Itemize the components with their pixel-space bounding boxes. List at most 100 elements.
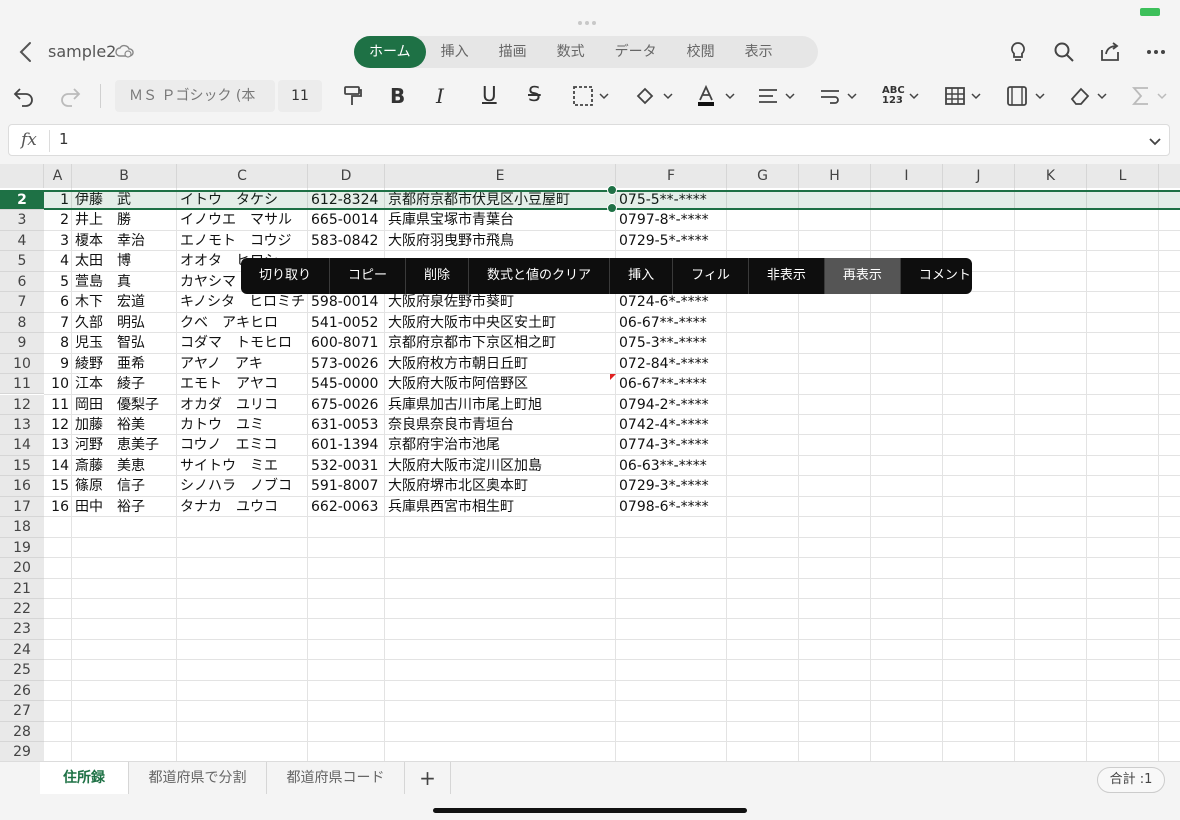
cell-e[interactable] xyxy=(385,579,616,599)
cell-f[interactable]: 075-5**-**** xyxy=(616,190,727,210)
function-icon[interactable]: fx xyxy=(21,130,37,150)
cell-c[interactable]: イノウエ マサル xyxy=(177,210,308,230)
row-header[interactable]: 9 xyxy=(0,333,44,354)
cell-e[interactable] xyxy=(385,538,616,558)
cell-c[interactable]: コウノ エミコ xyxy=(177,435,308,455)
cell-f[interactable] xyxy=(616,619,727,639)
cell-b[interactable] xyxy=(72,517,177,537)
cell-c[interactable] xyxy=(177,599,308,619)
cell-e[interactable] xyxy=(385,558,616,578)
cell-e[interactable] xyxy=(385,742,616,761)
tab-home[interactable]: ホーム xyxy=(354,36,426,68)
cell-c[interactable] xyxy=(177,640,308,660)
cell-c[interactable]: イトウ タケシ xyxy=(177,190,308,210)
cell-f[interactable] xyxy=(616,701,727,721)
tab-insert[interactable]: 挿入 xyxy=(426,36,484,68)
cell-e[interactable]: 大阪府泉佐野市葵町 xyxy=(385,292,616,312)
cell-a[interactable]: 3 xyxy=(44,231,72,251)
row-header[interactable]: 2 xyxy=(0,190,44,211)
cell-a[interactable] xyxy=(44,579,72,599)
cell-c[interactable]: サイトウ ミエ xyxy=(177,456,308,476)
column-header-i[interactable]: I xyxy=(871,164,943,188)
cell-d[interactable]: 545-0000 xyxy=(308,374,385,394)
cell-b[interactable]: 篠原 信子 xyxy=(72,476,177,496)
context-menu-item[interactable]: コメント xyxy=(901,258,972,294)
cell-c[interactable] xyxy=(177,681,308,701)
tab-view[interactable]: 表示 xyxy=(730,36,788,68)
cell-f[interactable]: 06-67**-**** xyxy=(616,313,727,333)
cell-c[interactable]: アヤノ アキ xyxy=(177,354,308,374)
cell-e[interactable]: 大阪府堺市北区奥本町 xyxy=(385,476,616,496)
cell-e[interactable] xyxy=(385,681,616,701)
column-header-h[interactable]: H xyxy=(799,164,871,188)
sheet-tab-prefecture-code[interactable]: 都道府県コード xyxy=(267,762,405,794)
fill-color-icon[interactable] xyxy=(634,84,674,108)
back-chevron-icon[interactable] xyxy=(16,40,36,64)
cell-b[interactable] xyxy=(72,619,177,639)
context-menu-item[interactable]: 再表示 xyxy=(824,258,901,294)
cell-d[interactable]: 662-0063 xyxy=(308,497,385,517)
row-header[interactable]: 16 xyxy=(0,476,44,497)
cell-d[interactable] xyxy=(308,619,385,639)
cell-c[interactable] xyxy=(177,722,308,742)
cell-a[interactable]: 15 xyxy=(44,476,72,496)
row-header[interactable]: 17 xyxy=(0,496,44,518)
cell-f[interactable]: 06-67**-**** xyxy=(616,374,727,394)
cell-a[interactable]: 12 xyxy=(44,415,72,435)
cell-e[interactable] xyxy=(385,722,616,742)
search-icon[interactable] xyxy=(1052,40,1076,64)
cell-b[interactable]: 河野 恵美子 xyxy=(72,435,177,455)
cell-e[interactable]: 兵庫県加古川市尾上町旭 xyxy=(385,395,616,415)
lightbulb-icon[interactable] xyxy=(1006,40,1030,64)
cell-f[interactable]: 0798-6*-**** xyxy=(616,497,727,517)
cell-b[interactable]: 斎藤 美恵 xyxy=(72,456,177,476)
wrap-text-icon[interactable] xyxy=(818,84,858,108)
cell-a[interactable]: 16 xyxy=(44,497,72,517)
cell-c[interactable] xyxy=(177,619,308,639)
redo-icon[interactable] xyxy=(58,84,82,108)
column-header-d[interactable]: D xyxy=(308,164,385,188)
status-sum[interactable]: 合計 :1 xyxy=(1097,767,1165,793)
font-color-icon[interactable] xyxy=(696,84,736,108)
context-menu-item[interactable]: 数式と値のクリア xyxy=(469,258,611,294)
row-header[interactable]: 19 xyxy=(0,537,44,559)
cell-d[interactable] xyxy=(308,701,385,721)
cell-e[interactable] xyxy=(385,619,616,639)
cell-e[interactable]: 大阪府羽曳野市飛鳥 xyxy=(385,231,616,251)
cell-e[interactable]: 京都府京都市下京区相之町 xyxy=(385,333,616,353)
cell-b[interactable] xyxy=(72,722,177,742)
cell-c[interactable] xyxy=(177,742,308,761)
cell-f[interactable]: 0724-6*-**** xyxy=(616,292,727,312)
format-painter-icon[interactable] xyxy=(342,84,364,108)
cell-c[interactable] xyxy=(177,558,308,578)
context-menu-item[interactable]: 切り取り xyxy=(241,258,331,294)
cell-b[interactable]: 江本 綾子 xyxy=(72,374,177,394)
number-format-icon[interactable]: ABC 123 xyxy=(882,86,905,106)
selection-handle[interactable] xyxy=(607,185,617,195)
cell-a[interactable] xyxy=(44,619,72,639)
cell-b[interactable]: 萱島 真 xyxy=(72,272,177,292)
cell-f[interactable]: 0774-3*-**** xyxy=(616,435,727,455)
cell-d[interactable] xyxy=(308,681,385,701)
cell-f[interactable]: 0729-3*-**** xyxy=(616,476,727,496)
cell-f[interactable] xyxy=(616,742,727,761)
cell-d[interactable] xyxy=(308,722,385,742)
row-header[interactable]: 12 xyxy=(0,394,44,415)
cell-d[interactable]: 612-8324 xyxy=(308,190,385,210)
cell-a[interactable]: 2 xyxy=(44,210,72,230)
tab-draw[interactable]: 描画 xyxy=(484,36,542,68)
cell-a[interactable] xyxy=(44,640,72,660)
cell-b[interactable]: 木下 宏道 xyxy=(72,292,177,312)
cell-c[interactable] xyxy=(177,701,308,721)
cell-c[interactable] xyxy=(177,579,308,599)
cell-a[interactable]: 14 xyxy=(44,456,72,476)
row-header[interactable]: 6 xyxy=(0,271,44,293)
cell-e[interactable] xyxy=(385,640,616,660)
tab-review[interactable]: 校閲 xyxy=(672,36,730,68)
bold-icon[interactable]: B xyxy=(390,84,405,108)
document-title[interactable]: sample2 xyxy=(48,42,116,61)
cell-b[interactable]: 太田 博 xyxy=(72,251,177,271)
context-menu-item[interactable]: 削除 xyxy=(406,258,470,294)
cell-d[interactable] xyxy=(308,742,385,761)
sheet-tab-address-book[interactable]: 住所録 xyxy=(40,762,129,794)
